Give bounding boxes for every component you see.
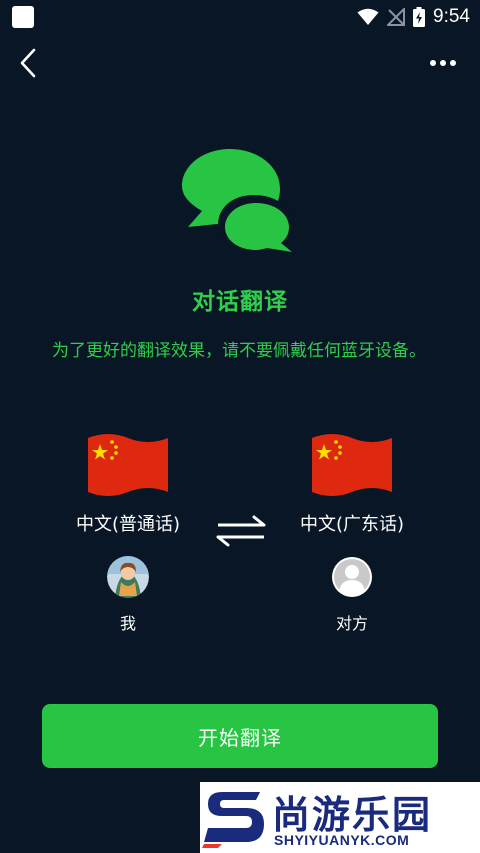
status-time: 9:54 [433, 6, 470, 27]
wifi-icon [357, 8, 379, 25]
start-translation-button[interactable]: 开始翻译 [42, 704, 438, 768]
watermark-logo-icon [202, 792, 264, 848]
chat-bubbles-icon [182, 149, 296, 255]
target-language-label: 中文(广东话) [299, 514, 405, 535]
avatar [107, 556, 149, 598]
back-button[interactable] [12, 46, 44, 80]
user-silhouette-icon [332, 557, 372, 597]
watermark-url: SHYIYUANYK.COM [274, 832, 410, 848]
china-flag-icon [312, 434, 392, 496]
china-flag-icon [88, 434, 168, 496]
swap-arrows-icon[interactable] [212, 514, 270, 548]
watermark-title: 尚游乐园 [272, 793, 433, 837]
target-language[interactable]: 中文(广东话) [272, 432, 432, 536]
site-watermark: 尚游乐园 SHYIYUANYK.COM [200, 782, 480, 853]
more-horizontal-icon [430, 60, 456, 66]
page-title: 对话翻译 [192, 289, 288, 315]
source-language[interactable]: 中文(普通话) [48, 432, 208, 536]
notification-icon [12, 6, 34, 28]
more-button[interactable] [428, 52, 458, 74]
no-signal-icon [387, 8, 406, 26]
status-bar: 9:54 [0, 0, 480, 34]
chevron-left-icon [20, 48, 36, 78]
source-language-label: 中文(普通话) [75, 514, 181, 535]
speaker-other-label: 对方 [335, 614, 368, 633]
bluetooth-notice: 为了更好的翻译效果，请不要佩戴任何蓝牙设备。 [52, 341, 426, 361]
status-icons: 9:54 [357, 4, 470, 30]
speaker-me-label: 我 [119, 614, 136, 633]
speaker-other[interactable]: 对方 [312, 556, 392, 634]
speaker-me[interactable]: 我 [88, 556, 168, 634]
battery-charging-icon [413, 7, 426, 27]
